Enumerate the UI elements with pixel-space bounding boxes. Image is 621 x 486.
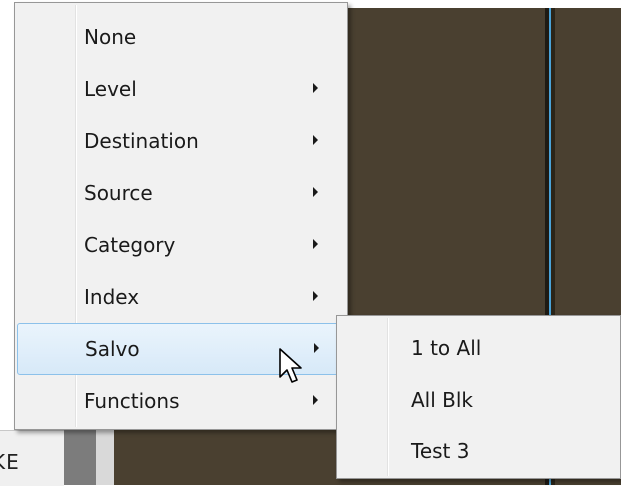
submenu-item-test-3[interactable]: Test 3: [339, 425, 618, 477]
submenu-item-1-to-all[interactable]: 1 to All: [339, 322, 618, 374]
chevron-right-icon: [313, 395, 318, 405]
menu-item-label: Index: [84, 285, 140, 309]
menu-item-source[interactable]: Source: [17, 167, 345, 219]
menu-item-destination[interactable]: Destination: [17, 115, 345, 167]
menu-item-label: Category: [84, 233, 176, 257]
mouse-pointer-icon: [279, 348, 302, 383]
menu-item-label: Source: [84, 181, 153, 205]
submenu-item-all-blk[interactable]: All Blk: [339, 374, 618, 426]
chevron-right-icon: [313, 135, 318, 145]
chevron-right-icon: [314, 343, 319, 353]
chevron-right-icon: [313, 239, 318, 249]
bottom-panel: [114, 430, 344, 485]
menu-item-index[interactable]: Index: [17, 271, 345, 323]
chevron-right-icon: [313, 291, 318, 301]
menu-item-category[interactable]: Category: [17, 219, 345, 271]
salvo-submenu: 1 to All All Blk Test 3: [336, 315, 621, 479]
menu-item-label: Level: [84, 77, 137, 101]
menu-item-label: None: [84, 25, 137, 49]
submenu-item-label: Test 3: [411, 439, 470, 463]
chevron-right-icon: [313, 83, 318, 93]
submenu-item-label: 1 to All: [411, 336, 482, 360]
menu-item-level[interactable]: Level: [17, 63, 345, 115]
menu-item-label: Functions: [84, 389, 180, 413]
bottom-toolbar-button[interactable]: [64, 430, 96, 485]
menu-item-none[interactable]: None: [17, 11, 345, 63]
chevron-right-icon: [313, 187, 318, 197]
submenu-item-label: All Blk: [411, 388, 474, 412]
bottom-toolbar-separator: [96, 430, 114, 485]
menu-item-label: Salvo: [85, 337, 140, 361]
menu-item-label: Destination: [84, 129, 199, 153]
bottom-tab-label: KE: [0, 450, 20, 474]
